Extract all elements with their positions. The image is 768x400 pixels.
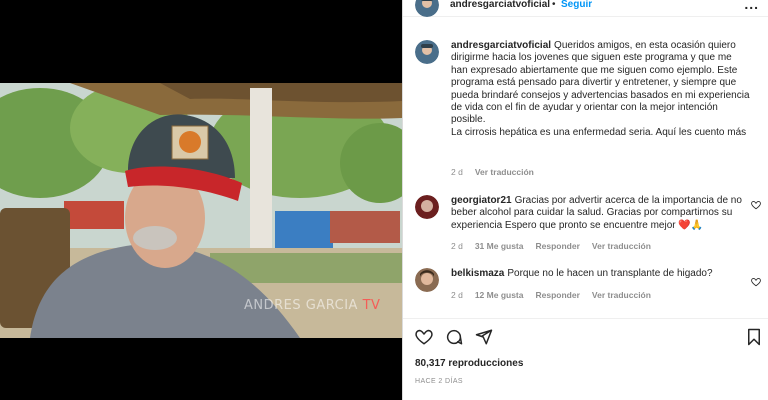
bookmark-icon[interactable] (745, 328, 763, 346)
heart-icon[interactable] (751, 277, 761, 287)
caption-text: andresgarciatvoficial Queridos amigos, en… (451, 40, 751, 139)
translate-link[interactable]: Ver traducción (592, 290, 651, 300)
likes-count[interactable]: 12 Me gusta (475, 290, 524, 300)
follow-button[interactable]: Seguir (561, 0, 592, 10)
comment-username[interactable]: belkismaza (451, 268, 504, 279)
timestamp: 2 d (451, 167, 463, 177)
avatar[interactable] (415, 268, 439, 292)
comment-text: georgiator21 Gracias por advertir acerca … (451, 195, 751, 232)
separator-dot: • (552, 0, 556, 10)
avatar[interactable] (415, 0, 439, 17)
comment-body: Porque no le hacen un transplante de hig… (507, 268, 713, 279)
heart-icon[interactable] (751, 200, 761, 210)
comment-icon[interactable] (445, 328, 463, 346)
comment-emoji: ❤️🙏 (678, 219, 704, 231)
views-count[interactable]: 80,317 reproducciones (415, 358, 523, 369)
more-icon[interactable]: ... (744, 0, 759, 12)
reply-button[interactable]: Responder (535, 290, 579, 300)
comment-meta: 2 d 31 Me gusta Responder Ver traducción (451, 241, 663, 251)
video-watermark: ANDRES GARCIA TV (244, 298, 381, 313)
divider (403, 318, 768, 319)
reply-button[interactable]: Responder (535, 241, 579, 251)
timestamp: 2 d (451, 290, 463, 300)
caption-meta: 2 d Ver traducción (451, 167, 546, 177)
likes-count[interactable]: 31 Me gusta (475, 241, 524, 251)
media-pane: ANDRES GARCIA TV (0, 0, 402, 400)
comments-section: andresgarciatvoficial Queridos amigos, en… (403, 30, 768, 320)
action-bar (403, 328, 768, 350)
post-author-username[interactable]: andresgarciatvoficial (450, 0, 550, 10)
comment-text: belkismaza Porque no le hacen un transpla… (451, 268, 751, 280)
post-header: andresgarciatvoficial • Seguir ... (403, 0, 768, 17)
comment-meta: 2 d 12 Me gusta Responder Ver traducción (451, 290, 663, 300)
caption-body: Queridos amigos, en esta ocasión quiero … (451, 40, 750, 126)
timestamp: 2 d (451, 241, 463, 251)
caption-body-2: La cirrosis hepática es una enfermedad s… (451, 126, 747, 138)
avatar[interactable] (415, 40, 439, 64)
video-player[interactable]: ANDRES GARCIA TV (0, 83, 402, 338)
post-date: HACE 2 DÍAS (415, 378, 463, 385)
caption-username[interactable]: andresgarciatvoficial (451, 40, 551, 51)
share-icon[interactable] (475, 328, 493, 346)
post-sidebar: andresgarciatvoficial • Seguir ... andre… (402, 0, 768, 400)
translate-link[interactable]: Ver traducción (592, 241, 651, 251)
heart-icon[interactable] (415, 328, 433, 346)
comment-username[interactable]: georgiator21 (451, 195, 512, 206)
avatar[interactable] (415, 195, 439, 219)
translate-link[interactable]: Ver traducción (475, 167, 534, 177)
